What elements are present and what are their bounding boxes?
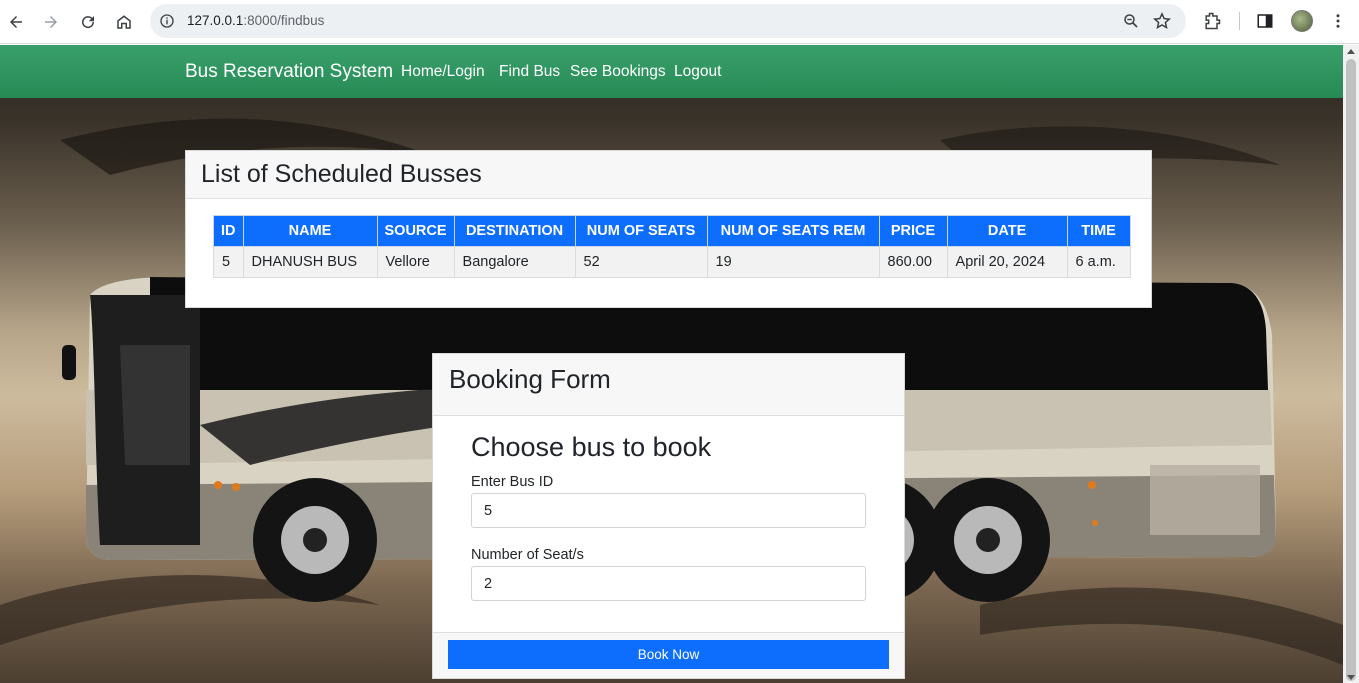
booking-form-title: Booking Form (449, 364, 611, 394)
bus-list-card: List of Scheduled Busses ID NAME SOURCE … (185, 150, 1152, 308)
browser-toolbar: 127.0.0.1:8000/findbus (0, 0, 1359, 44)
table-header-row: ID NAME SOURCE DESTINATION NUM OF SEATS … (213, 215, 1131, 247)
nav-see-bookings[interactable]: See Bookings (570, 63, 666, 81)
cell-time: 6 a.m. (1066, 246, 1131, 278)
column-header-source: SOURCE (376, 215, 455, 247)
scrollbar-thumb[interactable] (1346, 59, 1356, 681)
booking-form-subtitle: Choose bus to book (471, 432, 712, 462)
page-scrollbar[interactable] (1343, 45, 1359, 683)
app-navbar: Bus Reservation System Home/Login Find B… (0, 45, 1343, 98)
column-header-seats-remaining: NUM OF SEATS REM (706, 215, 880, 247)
back-arrow-icon[interactable] (2, 8, 30, 36)
cell-destination: Bangalore (453, 246, 576, 278)
profile-avatar[interactable] (1291, 10, 1313, 32)
bus-id-input[interactable] (471, 493, 866, 528)
url-text: 127.0.0.1:8000/findbus (187, 13, 324, 28)
bus-id-label: Enter Bus ID (471, 474, 554, 490)
home-icon[interactable] (110, 8, 138, 36)
side-panel-icon[interactable] (1254, 10, 1276, 32)
column-header-num-seats: NUM OF SEATS (574, 215, 708, 247)
seats-label: Number of Seat/s (471, 547, 584, 563)
bus-list-title: List of Scheduled Busses (201, 160, 482, 188)
cell-num-seats: 52 (574, 246, 708, 278)
column-header-time: TIME (1066, 215, 1131, 247)
address-bar[interactable]: 127.0.0.1:8000/findbus (150, 4, 1186, 38)
scroll-down-arrow-icon[interactable] (1347, 675, 1355, 680)
nav-logout[interactable]: Logout (674, 63, 721, 81)
book-now-button[interactable]: Book Now (448, 640, 889, 669)
scroll-up-arrow-icon[interactable] (1347, 49, 1355, 54)
extensions-icon[interactable] (1201, 10, 1223, 32)
nav-home-login[interactable]: Home/Login (401, 63, 485, 81)
column-header-id: ID (213, 215, 244, 247)
table-row: 5 DHANUSH BUS Vellore Bangalore 52 19 86… (213, 246, 1131, 278)
forward-arrow-icon[interactable] (37, 8, 65, 36)
reload-icon[interactable] (74, 8, 102, 36)
column-header-name: NAME (242, 215, 378, 247)
booking-form-footer: Book Now (433, 632, 904, 678)
brand-link[interactable]: Bus Reservation System (185, 61, 393, 83)
cell-name: DHANUSH BUS (242, 246, 378, 278)
booking-form-header: Booking Form (433, 354, 904, 416)
cell-price: 860.00 (878, 246, 948, 278)
page-viewport: Bus Reservation System Home/Login Find B… (0, 45, 1343, 683)
toolbar-divider (1239, 12, 1240, 30)
url-path: :8000/findbus (243, 13, 325, 28)
more-menu-icon[interactable] (1327, 10, 1349, 32)
url-host: 127.0.0.1 (187, 13, 244, 28)
booking-form-card: Booking Form Choose bus to book Enter Bu… (432, 353, 905, 679)
nav-find-bus[interactable]: Find Bus (499, 63, 560, 81)
site-info-icon[interactable] (159, 13, 175, 29)
cell-id: 5 (213, 246, 244, 278)
column-header-price: PRICE (878, 215, 948, 247)
cell-seats-remaining: 19 (706, 246, 880, 278)
column-header-destination: DESTINATION (453, 215, 576, 247)
bookmark-star-icon[interactable] (1152, 11, 1172, 31)
cell-source: Vellore (376, 246, 455, 278)
cell-date: April 20, 2024 (946, 246, 1068, 278)
column-header-date: DATE (946, 215, 1068, 247)
bus-table: ID NAME SOURCE DESTINATION NUM OF SEATS … (213, 215, 1131, 278)
zoom-icon[interactable] (1122, 12, 1140, 30)
bus-list-header: List of Scheduled Busses (186, 151, 1151, 199)
seats-input[interactable] (471, 566, 866, 601)
